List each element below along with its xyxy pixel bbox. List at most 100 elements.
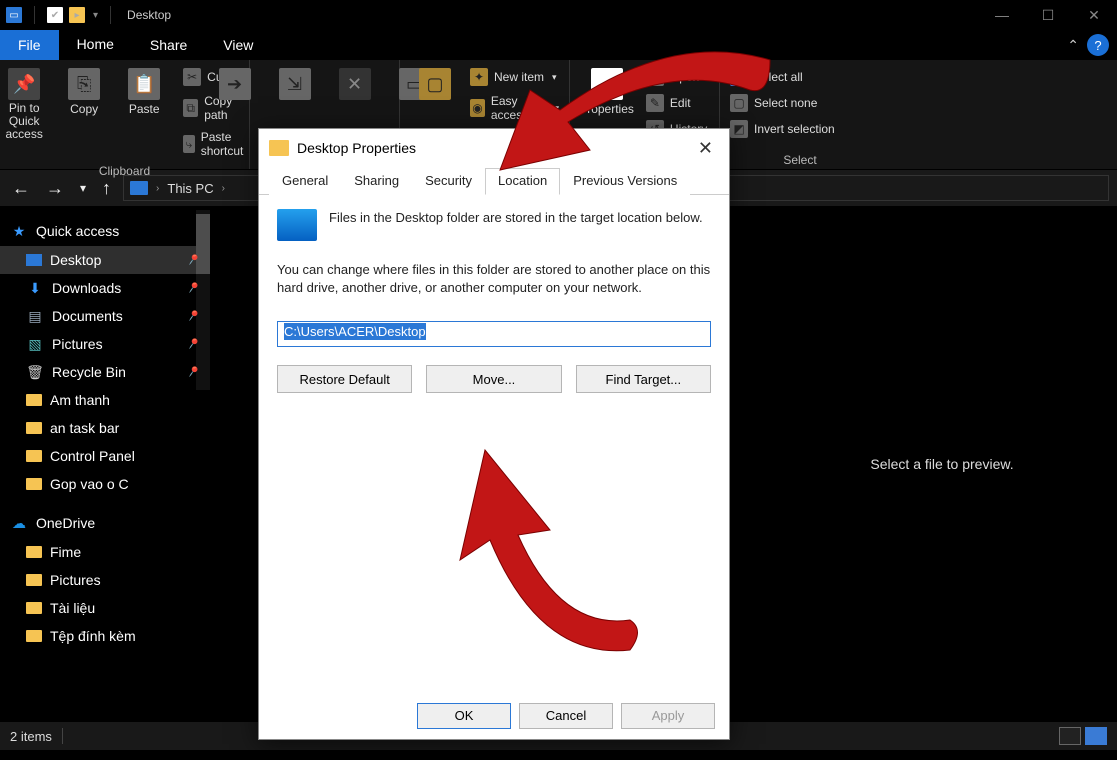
qat-newfolder-icon[interactable]: ▸ — [69, 7, 85, 23]
pin-icon: 📌 — [8, 68, 40, 100]
onedrive-icon: ☁ — [10, 514, 28, 532]
dialog-body: Files in the Desktop folder are stored i… — [259, 195, 729, 691]
tab-sharing[interactable]: Sharing — [341, 168, 412, 195]
copy-button[interactable]: ⎘ Copy — [59, 66, 109, 118]
select-none-icon: ▢ — [730, 94, 748, 112]
folder-icon — [26, 394, 42, 406]
new-folder-button[interactable]: ▢ — [410, 66, 460, 102]
location-path-input[interactable]: C:\Users\ACER\Desktop — [277, 321, 711, 347]
separator — [62, 728, 63, 744]
new-item-icon: ✦ — [470, 68, 488, 86]
move-to-button[interactable]: ➔ — [210, 66, 260, 102]
home-tab[interactable]: Home — [59, 30, 132, 60]
tab-previous-versions[interactable]: Previous Versions — [560, 168, 690, 195]
restore-default-button[interactable]: Restore Default — [277, 365, 412, 393]
large-icons-view-button[interactable] — [1085, 727, 1107, 745]
properties-dialog: Desktop Properties ✕ General Sharing Sec… — [258, 128, 730, 740]
qat-dropdown-icon[interactable]: ▾ — [93, 10, 98, 21]
minimize-ribbon-icon[interactable]: ⌃ — [1067, 37, 1079, 54]
sidebar-item-folder[interactable]: Tệp đính kèm — [0, 622, 210, 650]
downloads-icon: ⬇ — [26, 279, 44, 297]
sidebar-item-folder[interactable]: Gop vao o C — [0, 470, 210, 498]
pictures-icon: ▧ — [26, 335, 44, 353]
pin-to-quick-access-button[interactable]: 📌 Pin to Quick access — [0, 66, 49, 144]
clipboard-group-label: Clipboard — [99, 160, 150, 178]
sidebar-item-folder[interactable]: Tài liệu — [0, 594, 210, 622]
properties-icon: ✔ — [591, 68, 623, 100]
folder-icon — [26, 450, 42, 462]
find-target-button[interactable]: Find Target... — [576, 365, 711, 393]
new-folder-icon: ▢ — [419, 68, 451, 100]
sidebar-item-folder[interactable]: Pictures — [0, 566, 210, 594]
maximize-button[interactable]: ☐ — [1025, 0, 1071, 30]
minimize-button[interactable]: — — [979, 0, 1025, 30]
file-menu[interactable]: File — [0, 30, 59, 60]
new-item-button[interactable]: ✦New item▾ — [470, 66, 559, 88]
breadcrumb-item[interactable]: This PC — [167, 181, 213, 196]
edit-icon: ✎ — [646, 94, 664, 112]
tab-general[interactable]: General — [269, 168, 341, 195]
cancel-button[interactable]: Cancel — [519, 703, 613, 729]
back-button[interactable]: ← — [8, 178, 34, 199]
select-all-button[interactable]: ▦Select all — [730, 66, 835, 88]
window-title: Desktop — [127, 8, 171, 22]
copy-to-button[interactable]: ⇲ — [270, 66, 320, 102]
pc-icon — [130, 181, 148, 195]
quick-access-header[interactable]: ★ Quick access — [0, 216, 210, 246]
explorer-icon: ▭ — [6, 7, 22, 23]
tab-location[interactable]: Location — [485, 168, 560, 195]
folder-icon — [26, 602, 42, 614]
sidebar-item-recycle[interactable]: 🗑Recycle Bin📍 — [0, 358, 210, 386]
onedrive-header[interactable]: ☁ OneDrive — [0, 508, 210, 538]
sidebar-item-folder[interactable]: Control Panel — [0, 442, 210, 470]
folder-icon — [269, 140, 289, 156]
sidebar-item-documents[interactable]: ▤Documents📍 — [0, 302, 210, 330]
edit-button[interactable]: ✎Edit — [646, 92, 712, 114]
sidebar-item-folder[interactable]: an task bar — [0, 414, 210, 442]
qat-properties-icon[interactable]: ✔ — [47, 7, 63, 23]
properties-button[interactable]: ✔ Properties — [577, 66, 636, 118]
select-none-button[interactable]: ▢Select none — [730, 92, 835, 114]
delete-button[interactable]: ✕ — [330, 66, 380, 102]
paste-button[interactable]: 📋 Paste — [119, 66, 169, 118]
apply-button[interactable]: Apply — [621, 703, 715, 729]
details-view-button[interactable] — [1059, 727, 1081, 745]
paste-shortcut-icon: ⤷ — [183, 135, 195, 153]
dialog-close-button[interactable]: ✕ — [692, 138, 719, 159]
paste-icon: 📋 — [128, 68, 160, 100]
forward-button[interactable]: → — [42, 178, 68, 199]
dialog-description-2: You can change where files in this folde… — [277, 261, 711, 297]
desktop-icon — [277, 209, 317, 241]
ok-button[interactable]: OK — [417, 703, 511, 729]
sidebar-item-pictures[interactable]: ▧Pictures📍 — [0, 330, 210, 358]
paste-shortcut-button[interactable]: ⤷Paste shortcut — [183, 128, 250, 160]
folder-icon — [26, 546, 42, 558]
open-icon: ▤ — [646, 68, 664, 86]
easy-access-button[interactable]: ◉Easy access▾ — [470, 92, 559, 124]
dialog-title: Desktop Properties — [297, 140, 416, 156]
sidebar-item-downloads[interactable]: ⬇Downloads📍 — [0, 274, 210, 302]
help-button[interactable]: ? — [1087, 34, 1109, 56]
star-icon: ★ — [10, 222, 28, 240]
move-button[interactable]: Move... — [426, 365, 561, 393]
share-tab[interactable]: Share — [132, 30, 205, 60]
folder-icon — [26, 422, 42, 434]
open-button[interactable]: ▤Open▾ — [646, 66, 712, 88]
dialog-description-1: Files in the Desktop folder are stored i… — [329, 209, 703, 227]
menu-bar: File Home Share View ⌃ ? — [0, 30, 1117, 60]
select-all-icon: ▦ — [730, 68, 748, 86]
view-tab[interactable]: View — [205, 30, 271, 60]
sidebar-item-folder[interactable]: Fime — [0, 538, 210, 566]
sidebar-scrollbar[interactable] — [196, 210, 210, 390]
recent-dropdown[interactable]: ▾ — [76, 181, 90, 195]
sidebar-item-folder[interactable]: Am thanh — [0, 386, 210, 414]
invert-selection-button[interactable]: ◩Invert selection — [730, 118, 835, 140]
nav-pane: ★ Quick access Desktop📍 ⬇Downloads📍 ▤Doc… — [0, 206, 210, 722]
close-button[interactable]: ✕ — [1071, 0, 1117, 30]
preview-placeholder: Select a file to preview. — [870, 456, 1013, 472]
sidebar-item-desktop[interactable]: Desktop📍 — [0, 246, 210, 274]
dialog-footer: OK Cancel Apply — [259, 691, 729, 739]
tab-security[interactable]: Security — [412, 168, 485, 195]
up-button[interactable]: ↑ — [98, 178, 115, 199]
invert-selection-icon: ◩ — [730, 120, 748, 138]
